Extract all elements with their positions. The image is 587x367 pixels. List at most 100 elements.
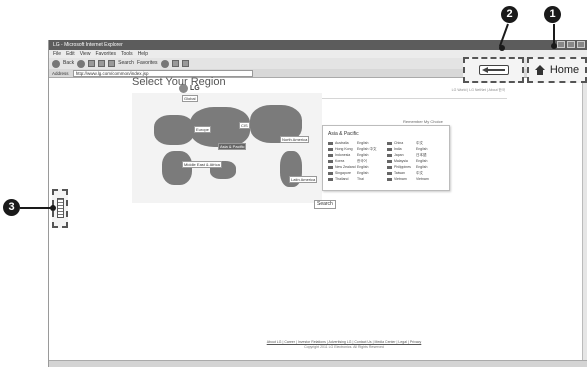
address-label: Address (52, 71, 69, 76)
toolbar-back-label[interactable]: Back (63, 58, 74, 69)
callout-3-dot (50, 205, 56, 211)
home-button-callout[interactable]: Home (527, 57, 587, 83)
stop-icon[interactable] (88, 60, 96, 67)
history-icon[interactable] (160, 59, 169, 68)
callout-number-2: 2 (501, 6, 518, 23)
remember-choice-label: Remember My Choice (403, 119, 443, 124)
status-bar (49, 360, 587, 367)
country-language[interactable]: English (416, 165, 444, 170)
country-row[interactable]: India English (387, 147, 446, 152)
flag-icon (328, 160, 333, 163)
print-icon[interactable] (181, 60, 189, 67)
vertical-scrollbar[interactable] (582, 78, 587, 360)
footer-links[interactable]: About LG | Career | Investor Relations |… (254, 340, 434, 344)
copyright: Copyright 2011 LG Electronics. All Right… (304, 345, 384, 349)
back-arrow-icon (479, 65, 509, 75)
country-row[interactable]: Malaysia English (387, 159, 446, 164)
flag-icon (387, 154, 392, 157)
country-row[interactable]: Japan 日本語 (387, 153, 446, 158)
remember-choice-checkbox[interactable]: Remember My Choice (403, 119, 443, 124)
map-label-latin-america[interactable]: Latin America (289, 176, 318, 183)
title-bar: LG - Microsoft Internet Explorer (49, 40, 587, 50)
top-links[interactable]: LG World | LG NetNet | About 한국 (452, 88, 505, 93)
country-language[interactable]: English 中文 (357, 147, 385, 152)
country-row[interactable]: Taiwan 中文 (387, 171, 446, 176)
home-nav-icon[interactable] (108, 60, 116, 67)
maximize-button[interactable] (567, 41, 575, 48)
country-language[interactable]: English (416, 147, 444, 152)
map-label-europe[interactable]: Europe (194, 126, 211, 133)
country-row[interactable]: Singapore English (328, 171, 387, 176)
menu-file[interactable]: File (53, 50, 61, 58)
country-row[interactable]: Philippines English (387, 165, 446, 170)
country-language[interactable]: English (357, 153, 385, 158)
menu-help[interactable]: Help (138, 50, 148, 58)
country-row[interactable]: Australia English (328, 141, 387, 146)
window-title: LG - Microsoft Internet Explorer (53, 42, 123, 48)
forward-nav-icon[interactable] (77, 59, 86, 68)
country-language[interactable]: 日本語 (416, 153, 444, 158)
map-label-north-america[interactable]: North America (280, 136, 310, 143)
flag-icon (328, 142, 333, 145)
country-language[interactable]: 中文 (416, 141, 444, 146)
continent-africa[interactable] (162, 151, 192, 185)
country-language[interactable]: 한국어 (357, 159, 385, 164)
country-language[interactable]: English (357, 165, 385, 170)
menu-tools[interactable]: Tools (121, 50, 133, 58)
country-name: Australia (335, 141, 349, 145)
country-name: Hong Kong (335, 147, 353, 151)
flag-icon (387, 172, 392, 175)
flag-icon (328, 166, 333, 169)
asia-pacific-panel: Asia & Pacific Australia English China 中文 … (322, 125, 450, 191)
country-list: Australia English China 中文 Hong Kong Englis… (328, 141, 448, 182)
home-label: Home (549, 64, 580, 76)
country-name: Japan (394, 153, 404, 157)
continent-europe[interactable] (154, 115, 194, 145)
mail-icon[interactable] (171, 60, 179, 67)
country-name: Korea (335, 159, 345, 163)
menu-favorites[interactable]: Favorites (95, 50, 116, 58)
country-row[interactable]: Thailand Thai (328, 177, 387, 182)
close-button[interactable] (577, 41, 585, 48)
flag-icon (387, 148, 392, 151)
panel-title: Asia & Pacific (328, 131, 359, 137)
back-button-callout[interactable] (463, 57, 524, 83)
back-nav-icon[interactable] (52, 59, 60, 68)
country-name: Thailand (335, 177, 349, 181)
country-row[interactable]: Indonesia English (328, 153, 387, 158)
map-label-middle-east-africa[interactable]: Middle East & Africa (182, 161, 222, 168)
country-name: Singapore (335, 171, 351, 175)
country-language[interactable]: 中文 (416, 171, 444, 176)
toolbar-search-label[interactable]: Search (118, 58, 134, 69)
menu-edit[interactable]: Edit (66, 50, 75, 58)
country-language[interactable]: English (357, 141, 385, 146)
minimize-button[interactable] (557, 41, 565, 48)
map-label-cis[interactable]: CIS (239, 122, 250, 129)
home-icon (534, 65, 545, 75)
map-label-global[interactable]: Global (182, 95, 198, 102)
country-name: India (394, 147, 402, 151)
search-button[interactable]: Search (314, 200, 336, 209)
window-controls (557, 41, 585, 48)
country-language[interactable]: Thai (357, 177, 385, 182)
refresh-icon[interactable] (98, 60, 106, 67)
menu-view[interactable]: View (80, 50, 91, 58)
map-label-asia-pacific[interactable]: Asia & Pacific (218, 143, 247, 150)
callout-number-3: 3 (3, 199, 20, 216)
country-row[interactable]: Vietnam Vietnam (387, 177, 446, 182)
scroll-wheel-icon (57, 198, 64, 218)
callout-3-leader (20, 207, 54, 209)
country-row[interactable]: Korea 한국어 (328, 159, 387, 164)
toolbar-favorites-label[interactable]: Favorites (137, 58, 158, 69)
country-language[interactable]: English (357, 171, 385, 176)
country-row[interactable]: New Zealand English (328, 165, 387, 170)
country-row[interactable]: China 中文 (387, 141, 446, 146)
country-row[interactable]: Hong Kong English 中文 (328, 147, 387, 152)
country-name: Vietnam (394, 177, 407, 181)
flag-icon (328, 154, 333, 157)
flag-icon (387, 178, 392, 181)
flag-icon (328, 172, 333, 175)
flag-icon (387, 142, 392, 145)
country-language[interactable]: Vietnam (416, 177, 444, 182)
country-language[interactable]: English (416, 159, 444, 164)
